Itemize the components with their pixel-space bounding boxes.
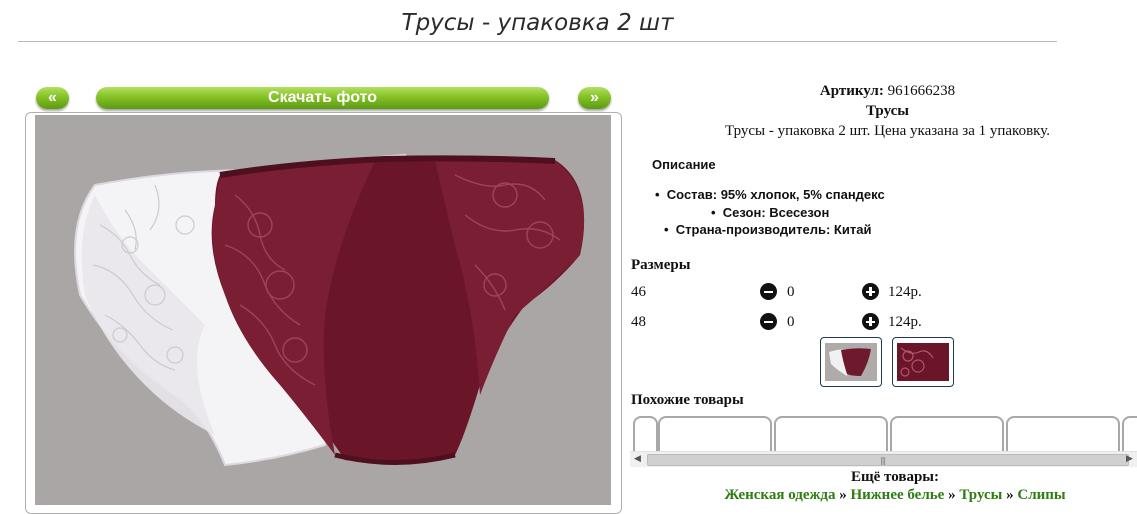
breadcrumb-link-women[interactable]: Женская одежда [724, 487, 835, 503]
scroll-left-icon[interactable]: ◀ [630, 452, 645, 467]
feature-text: Страна-производитель: Китай [675, 222, 872, 237]
breadcrumb-link-underwear[interactable]: Нижнее белье [850, 487, 944, 503]
increase-quantity-icon[interactable] [862, 313, 879, 330]
similar-heading: Похожие товары [631, 392, 744, 408]
similar-item[interactable] [1122, 416, 1137, 452]
photo-frame [25, 112, 622, 514]
price-label: 124р. [888, 314, 922, 330]
scroll-right-icon[interactable]: ▶ [1122, 452, 1137, 467]
product-photo-image [35, 115, 611, 505]
download-photo-button[interactable]: Скачать фото [96, 87, 549, 109]
feature-item: • Состав: 95% хлопок, 5% спандекс [655, 187, 885, 202]
photo-thumbnail-1[interactable] [820, 337, 882, 387]
article-value: 961666238 [887, 83, 956, 99]
description-heading: Описание [652, 157, 716, 172]
thumbnail-image [897, 343, 949, 381]
similar-item[interactable] [633, 416, 658, 452]
photo-thumbnail-2[interactable] [892, 337, 954, 387]
similar-item[interactable] [774, 416, 888, 452]
increase-quantity-icon[interactable] [862, 283, 879, 300]
sizes-heading: Размеры [631, 257, 691, 273]
price-label: 124р. [888, 284, 922, 300]
breadcrumb-separator: » [1006, 487, 1014, 503]
next-photo-button[interactable]: » [578, 87, 611, 109]
size-label: 46 [631, 284, 646, 300]
size-row: 46 0 124р. [631, 283, 1051, 306]
prev-photo-button[interactable]: « [36, 87, 69, 109]
page-title: Трусы - упаковка 2 шт [401, 10, 674, 36]
size-label: 48 [631, 314, 646, 330]
breadcrumb-link-slips[interactable]: Слипы [1017, 487, 1065, 503]
more-products-heading: Ещё товары: [850, 469, 940, 485]
feature-item: • Сезон: Всесезон [711, 205, 830, 220]
scrollbar-thumb[interactable]: ||| [647, 454, 1129, 466]
quantity-value: 0 [787, 284, 795, 300]
similar-carousel [630, 414, 1137, 452]
feature-text: Сезон: Всесезон [722, 205, 830, 220]
grip-icon: ||| [880, 456, 886, 465]
decrease-quantity-icon[interactable] [760, 313, 777, 330]
decrease-quantity-icon[interactable] [760, 283, 777, 300]
size-row: 48 0 124р. [631, 313, 1051, 336]
similar-item[interactable] [890, 416, 1004, 452]
breadcrumb-separator: » [839, 487, 847, 503]
product-name: Трусы [866, 103, 909, 119]
similar-item[interactable] [1006, 416, 1120, 452]
similar-item[interactable] [658, 416, 772, 452]
breadcrumb: Женская одежда » Нижнее белье » Трусы » … [630, 487, 1137, 504]
article-label: Артикул: [819, 83, 884, 99]
article-line: Артикул: 961666238 [630, 83, 1137, 100]
product-photo[interactable] [35, 115, 611, 505]
feature-text: Состав: 95% хлопок, 5% спандекс [666, 187, 885, 202]
product-short-description: Трусы - упаковка 2 шт. Цена указана за 1… [725, 123, 1050, 139]
quantity-value: 0 [787, 314, 795, 330]
breadcrumb-separator: » [948, 487, 956, 503]
feature-item: • Страна-производитель: Китай [664, 222, 872, 237]
carousel-scrollbar[interactable]: ◀ ||| ▶ [630, 451, 1137, 467]
breadcrumb-link-panties[interactable]: Трусы [959, 487, 1002, 503]
title-divider [18, 41, 1057, 42]
thumbnail-image [825, 343, 877, 381]
